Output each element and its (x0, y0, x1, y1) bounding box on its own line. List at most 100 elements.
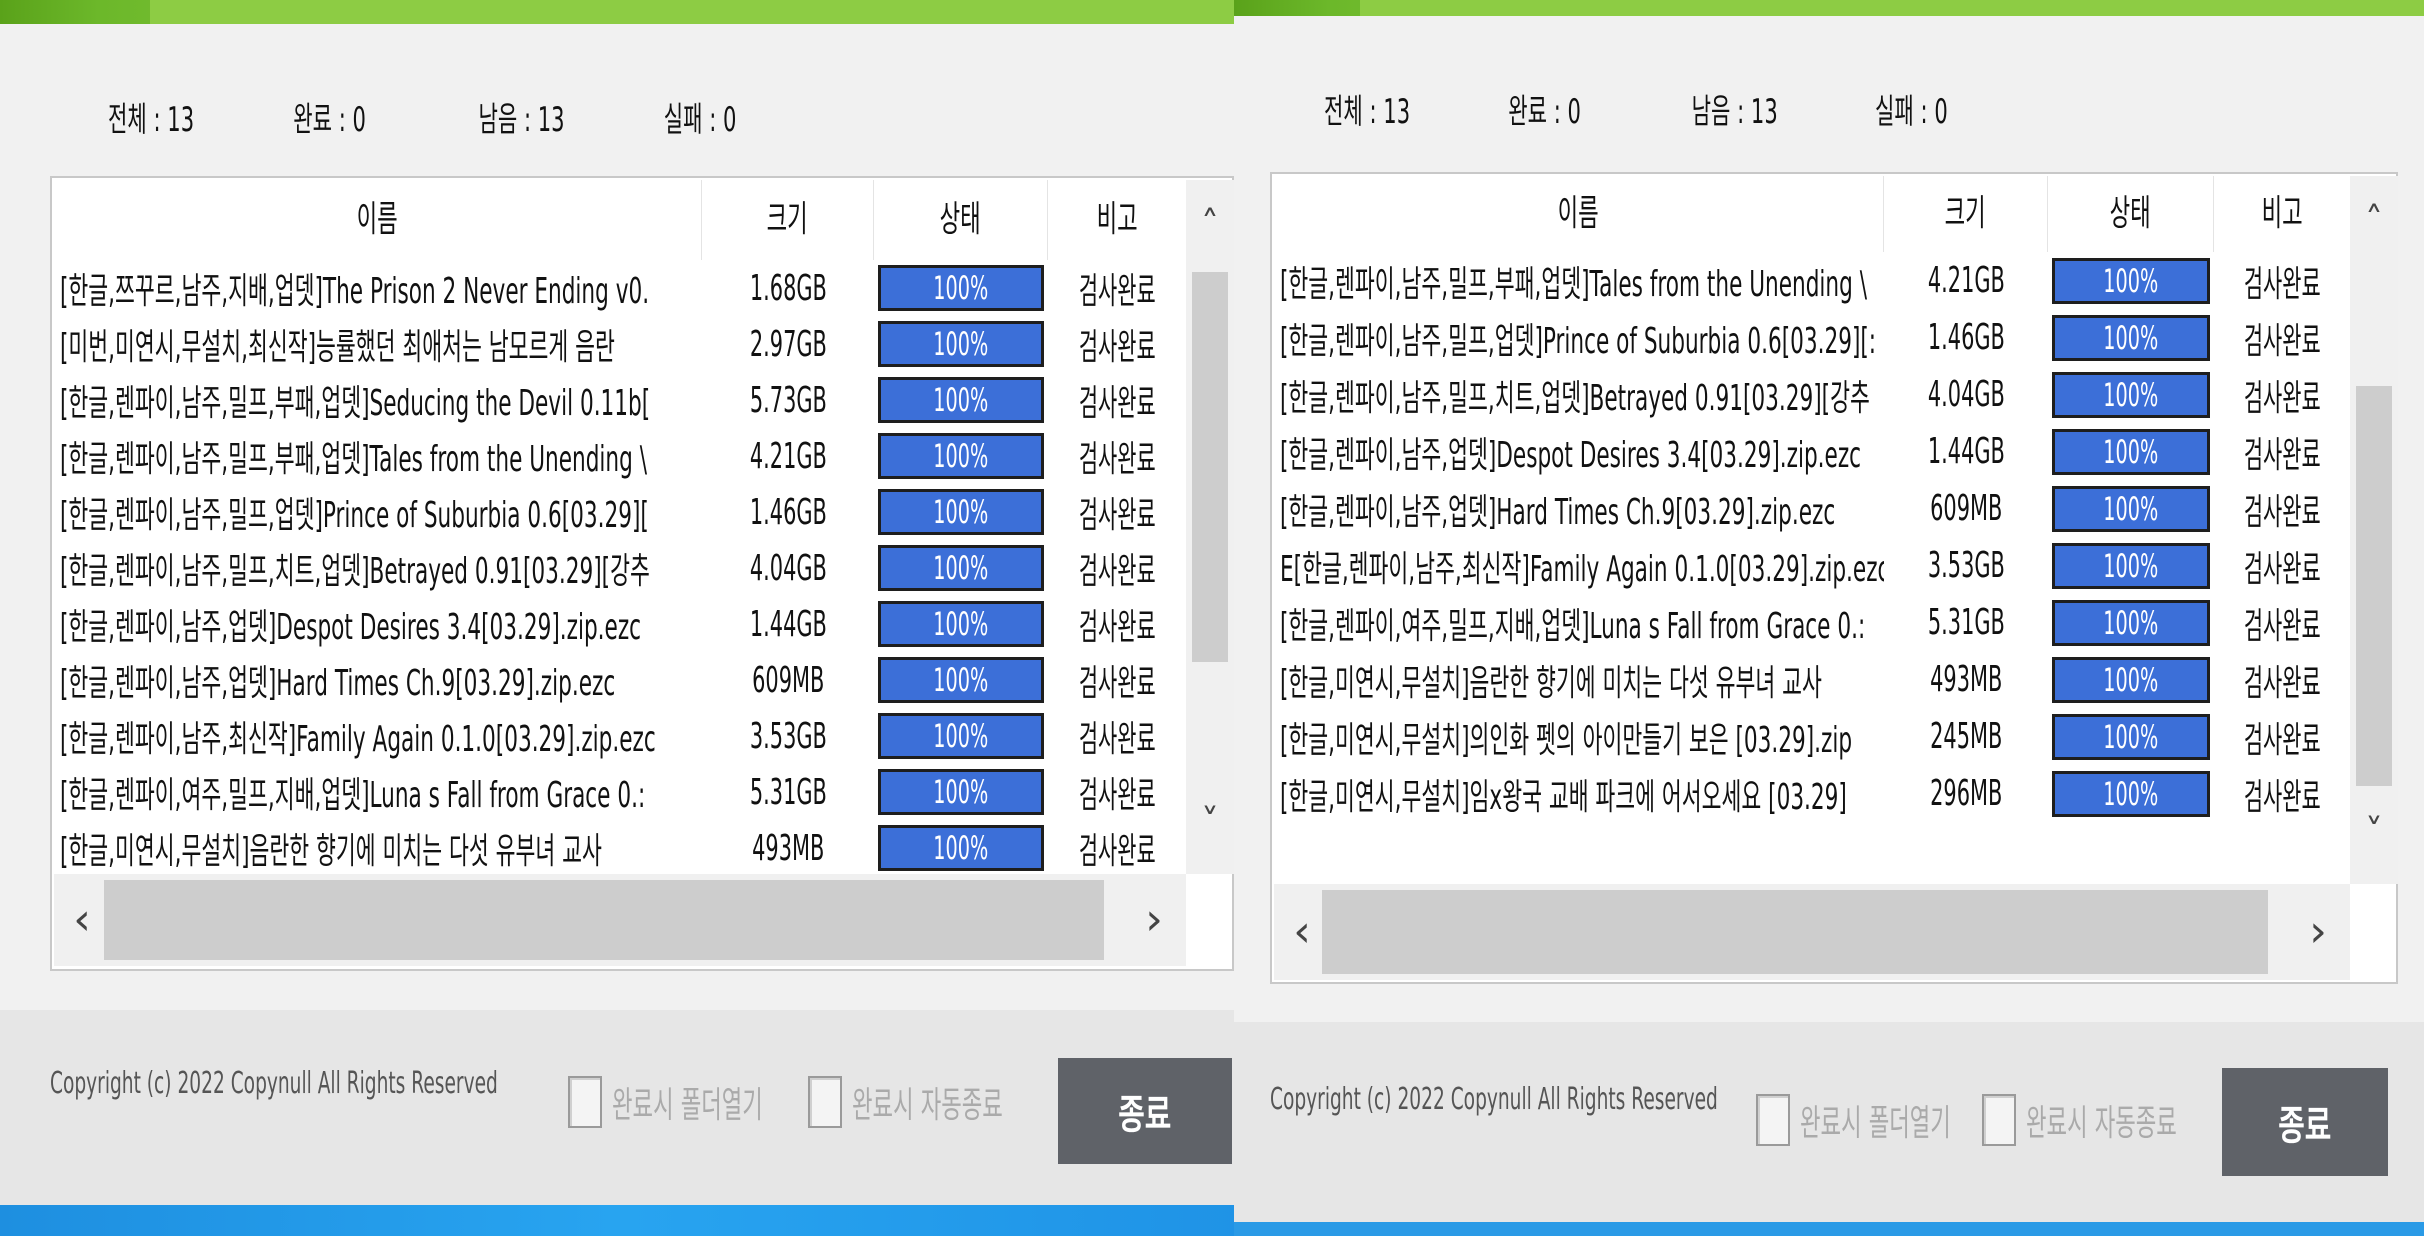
table-row[interactable]: [한글,렌파이,남주,업뎃]Despot Desires 3.4[03.29].… (1274, 423, 2350, 480)
open-folder-checkbox-box[interactable] (568, 1076, 602, 1128)
table-row[interactable]: [한글,미연시,무설치]의인화 펫의 아이만들기 보은 [03.29].zip 2… (1274, 708, 2350, 765)
table-row[interactable]: [한글,미연시,무설치]음란한 향기에 미치는 다섯 유부녀 교사 493MB 10… (54, 820, 1186, 874)
column-header-name[interactable]: 이름 (54, 180, 702, 260)
file-size-cell: 4.04GB (1927, 374, 2005, 415)
stat-total: 전체 : 13 (108, 100, 195, 140)
file-name-cell: [한글,미연시,무설치]임x왕국 교배 파크에 어서오세요 [03.29] (1280, 776, 1847, 818)
table-row[interactable]: [한글,렌파이,여주,밀프,지배,업뎃]Luna s Fall from Gra… (1274, 594, 2350, 651)
progress-bar: 100% (878, 321, 1044, 367)
table-row[interactable]: [한글,렌파이,남주,밀프,업뎃]Prince of Suburbia 0.6[… (1274, 309, 2350, 366)
column-header-status[interactable]: 상태 (874, 180, 1048, 260)
progress-fill: 100% (2055, 260, 2207, 301)
note-cell: 검사완료 (2243, 491, 2321, 533)
column-header-status[interactable]: 상태 (2048, 176, 2214, 252)
table-row[interactable]: [한글,렌파이,남주,밀프,부패,업뎃]Seducing the Devil 0… (54, 372, 1186, 428)
column-header-size[interactable]: 크기 (702, 180, 874, 260)
note-cell: 검사완료 (2243, 263, 2321, 305)
auto-exit-checkbox-box[interactable] (808, 1076, 842, 1128)
scroll-right-icon[interactable]: › (1134, 894, 1174, 945)
table-row[interactable]: [한글,렌파이,남주,업뎃]Hard Times Ch.9[03.29].zip… (54, 652, 1186, 708)
file-name-cell: [미번,미연시,무설치,최신작]능률했던 최애처는 남모르게 음란 (60, 327, 615, 368)
file-size-cell: 5.73GB (749, 379, 827, 421)
progress-bar: 100% (2052, 656, 2210, 703)
table-row[interactable]: [한글,미연시,무설치]임x왕국 교배 파크에 어서오세요 [03.29] 296… (1274, 765, 2350, 822)
scroll-down-icon[interactable]: ˅ (1186, 802, 1234, 843)
table-row[interactable]: [한글,쯔꾸르,남주,지배,업뎃]The Prison 2 Never Endi… (54, 260, 1186, 316)
vertical-scrollbar[interactable]: ˄ ˅ (2350, 176, 2398, 884)
table-row[interactable]: [한글,렌파이,남주,최신작]Family Again 0.1.0[03.29]… (54, 708, 1186, 764)
file-size-cell: 609MB (751, 659, 825, 701)
file-name-cell: [한글,렌파이,남주,밀프,치트,업뎃]Betrayed 0.91[03.29]… (1280, 377, 1870, 419)
note-cell: 검사완료 (2243, 548, 2321, 590)
column-header-note[interactable]: 비고 (1048, 180, 1186, 260)
status-cell: 100% (2048, 713, 2214, 760)
scroll-left-icon[interactable]: ‹ (1282, 906, 1322, 957)
checker-window: 전체 : 13 완료 : 0 남음 : 13 실패 : 0 이름 크기 상태 비… (0, 0, 1234, 1205)
title-bar[interactable] (1234, 0, 2424, 16)
horizontal-scrollbar[interactable]: ‹ › (1274, 884, 2350, 980)
table-row[interactable]: [한글,렌파이,남주,업뎃]Despot Desires 3.4[03.29].… (54, 596, 1186, 652)
scroll-down-icon[interactable]: ˅ (2350, 812, 2398, 853)
file-name-cell: [한글,렌파이,남주,밀프,부패,업뎃]Tales from the Unend… (1280, 263, 1867, 305)
progress-bar: 100% (878, 657, 1044, 703)
file-size-cell: 1.44GB (1927, 431, 2005, 472)
auto-exit-checkbox[interactable]: 완료시 자동종료 (808, 1076, 1095, 1128)
file-list-panel: 이름 크기 상태 비고 [한글,렌파이,남주,밀프,부패,업뎃]Tales fr… (1270, 172, 2398, 984)
open-folder-checkbox-box[interactable] (1756, 1094, 1790, 1146)
table-header: 이름 크기 상태 비고 (54, 180, 1186, 260)
progress-bar: 100% (878, 713, 1044, 759)
progress-bar: 100% (2052, 371, 2210, 418)
table-row[interactable]: [한글,렌파이,남주,밀프,업뎃]Prince of Suburbia 0.6[… (54, 484, 1186, 540)
table-row[interactable]: [한글,렌파이,남주,밀프,부패,업뎃]Tales from the Unend… (1274, 252, 2350, 309)
table-row[interactable]: [한글,미연시,무설치]음란한 향기에 미치는 다섯 유부녀 교사 493MB 10… (1274, 651, 2350, 708)
file-name-cell: [한글,렌파이,남주,업뎃]Hard Times Ch.9[03.29].zip… (1280, 491, 1836, 533)
table-row[interactable]: [미번,미연시,무설치,최신작]능률했던 최애처는 남모르게 음란 2.97GB 1… (54, 316, 1186, 372)
stat-done: 완료 : 0 (293, 100, 366, 140)
horizontal-scrollbar[interactable]: ‹ › (54, 874, 1186, 966)
horizontal-scroll-thumb[interactable] (1322, 890, 2268, 974)
progress-bar: 100% (2052, 428, 2210, 475)
table-row[interactable]: [한글,렌파이,남주,밀프,부패,업뎃]Tales from the Unend… (54, 428, 1186, 484)
stat-done: 완료 : 0 (1508, 92, 1581, 132)
file-size-cell: 5.31GB (1927, 602, 2005, 643)
file-size-cell: 2.97GB (749, 323, 827, 365)
column-header-size[interactable]: 크기 (1884, 176, 2048, 252)
vertical-scroll-thumb[interactable] (2356, 386, 2392, 786)
footer-bar: Copyright (c) 2022 Copynull All Rights R… (1234, 1022, 2424, 1222)
horizontal-scroll-thumb[interactable] (104, 880, 1104, 960)
scroll-left-icon[interactable]: ‹ (62, 894, 102, 945)
scroll-up-icon[interactable]: ˄ (1186, 204, 1234, 245)
column-header-name[interactable]: 이름 (1274, 176, 1884, 252)
exit-button[interactable]: 종료 (1058, 1058, 1232, 1164)
progress-bar: 100% (878, 545, 1044, 591)
progress-fill: 100% (881, 716, 1041, 756)
vertical-scroll-thumb[interactable] (1192, 272, 1228, 662)
vertical-scrollbar[interactable]: ˄ ˅ (1186, 180, 1234, 874)
table-row[interactable]: [한글,렌파이,남주,밀프,치트,업뎃]Betrayed 0.91[03.29]… (1274, 366, 2350, 423)
auto-exit-checkbox-box[interactable] (1982, 1094, 2016, 1146)
progress-fill: 100% (2055, 602, 2207, 643)
stat-failed: 실패 : 0 (663, 100, 737, 140)
table-row[interactable]: [한글,렌파이,남주,업뎃]Hard Times Ch.9[03.29].zip… (1274, 480, 2350, 537)
file-name-cell: E[한글,렌파이,남주,최신작]Family Again 0.1.0[03.29… (1280, 548, 1884, 590)
table-row[interactable]: E[한글,렌파이,남주,최신작]Family Again 0.1.0[03.29… (1274, 537, 2350, 594)
progress-fill: 100% (2055, 317, 2207, 358)
scroll-right-icon[interactable]: › (2298, 906, 2338, 957)
status-cell: 100% (2048, 257, 2214, 304)
progress-fill: 100% (881, 380, 1041, 420)
open-folder-label: 완료시 폴더열기 (1800, 1103, 1951, 1144)
status-cell: 100% (2048, 428, 2214, 475)
status-cell: 100% (2048, 656, 2214, 703)
scroll-up-icon[interactable]: ˄ (2350, 200, 2398, 241)
table-row[interactable]: [한글,렌파이,남주,밀프,치트,업뎃]Betrayed 0.91[03.29]… (54, 540, 1186, 596)
progress-bar: 100% (2052, 713, 2210, 760)
table-row[interactable]: [한글,렌파이,여주,밀프,지배,업뎃]Luna s Fall from Gra… (54, 764, 1186, 820)
progress-fill: 100% (2055, 431, 2207, 472)
progress-bar: 100% (2052, 314, 2210, 361)
exit-button[interactable]: 종료 (2222, 1068, 2388, 1176)
progress-fill: 100% (2055, 659, 2207, 700)
column-header-note[interactable]: 비고 (2214, 176, 2350, 252)
title-bar[interactable] (0, 0, 1234, 24)
status-cell: 100% (874, 489, 1048, 535)
status-cell: 100% (2048, 485, 2214, 532)
